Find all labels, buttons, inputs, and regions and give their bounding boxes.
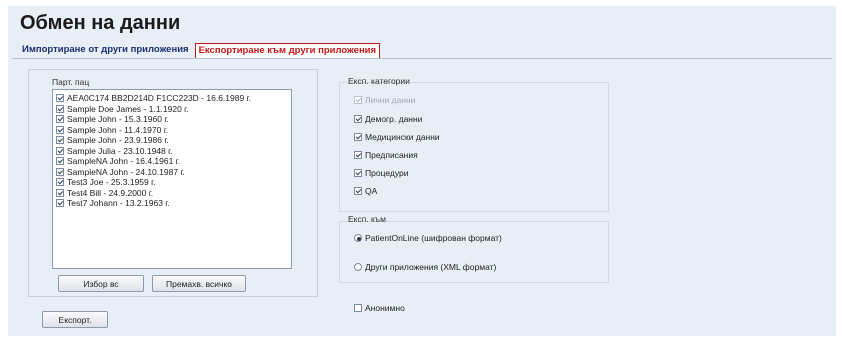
patient-label: Test7 Johann - 13.2.1963 г. xyxy=(67,198,170,209)
radio-button[interactable] xyxy=(354,263,362,271)
export-panel: Парт. пац AEA0C174 BB2D214D F1CC223D - 1… xyxy=(12,58,832,334)
option-label: Други приложения (XML формат) xyxy=(365,262,497,272)
checkbox[interactable] xyxy=(56,125,64,134)
list-item[interactable]: Sample John - 11.4.1970 г. xyxy=(56,125,288,136)
list-item[interactable]: Sample Julia - 23.10.1948 г. xyxy=(56,146,288,157)
checkbox[interactable] xyxy=(354,187,362,195)
list-item[interactable]: Test4 Bill - 24.9.2000 г. xyxy=(56,188,288,199)
category-label: QA xyxy=(365,186,378,196)
category-label: Процедури xyxy=(365,168,409,178)
category-label: Демогр. данни xyxy=(365,114,423,124)
category-label: Медицински данни xyxy=(365,132,440,142)
checkbox[interactable] xyxy=(56,178,64,187)
export-option-patientonline[interactable]: PatientOnLine (шифрован формат) xyxy=(354,233,502,243)
radio-button[interactable] xyxy=(354,234,362,242)
export-button[interactable]: Експорт. xyxy=(42,311,108,328)
category-procedures[interactable]: Процедури xyxy=(354,168,408,178)
checkbox[interactable] xyxy=(56,146,64,155)
export-to-group xyxy=(339,221,609,283)
checkbox[interactable] xyxy=(56,157,64,166)
page-title: Обмен на данни xyxy=(20,12,181,34)
anonymous-checkbox[interactable]: Анонимно xyxy=(354,303,405,313)
category-personal-data: Лични данни xyxy=(354,95,415,105)
checkbox[interactable] xyxy=(354,133,362,141)
patient-label: Test4 Bill - 24.9.2000 г. xyxy=(67,187,154,198)
category-prescriptions[interactable]: Предписания xyxy=(354,150,418,160)
checkbox[interactable] xyxy=(354,169,362,177)
checkbox[interactable] xyxy=(56,136,64,145)
list-item[interactable]: Sample Doe James - 1.1.1920 г. xyxy=(56,104,288,115)
export-option-xml[interactable]: Други приложения (XML формат) xyxy=(354,262,496,272)
list-item[interactable]: SampleNA John - 24.10.1987 г. xyxy=(56,167,288,178)
list-item[interactable]: Sample John - 23.9.1986 г. xyxy=(56,135,288,146)
patient-label: Sample John - 11.4.1970 г. xyxy=(67,124,169,135)
tab-export[interactable]: Експортиране към други приложения xyxy=(194,43,381,58)
anonymous-label: Анонимно xyxy=(365,303,405,313)
checkbox[interactable] xyxy=(354,115,362,123)
checkbox[interactable] xyxy=(56,94,64,103)
checkbox[interactable] xyxy=(56,167,64,176)
checkbox[interactable] xyxy=(56,115,64,124)
patient-label: Sample Doe James - 1.1.1920 г. xyxy=(67,103,189,114)
patients-group-label: Парт. пац xyxy=(52,77,90,87)
checkbox xyxy=(354,96,362,104)
checkbox[interactable] xyxy=(354,151,362,159)
tab-bar: Импортиране от други приложения Експорти… xyxy=(20,43,381,58)
patient-label: Sample John - 23.9.1986 г. xyxy=(67,135,169,146)
deselect-all-button[interactable]: Премахв. всичко xyxy=(152,275,246,292)
patient-list[interactable]: AEA0C174 BB2D214D F1CC223D - 16.6.1989 г… xyxy=(52,89,292,269)
category-label: Лични данни xyxy=(365,95,416,105)
list-item[interactable]: SampleNA John - 16.4.1961 г. xyxy=(56,156,288,167)
category-label: Предписания xyxy=(365,150,418,160)
checkbox[interactable] xyxy=(354,304,362,312)
patient-label: SampleNA John - 24.10.1987 г. xyxy=(67,166,185,177)
list-item[interactable]: Sample John - 15.3.1960 г. xyxy=(56,114,288,125)
checkbox[interactable] xyxy=(56,188,64,197)
category-qa[interactable]: QA xyxy=(354,186,377,196)
patient-label: AEA0C174 BB2D214D F1CC223D - 16.6.1989 г… xyxy=(67,93,251,104)
patient-label: Test3 Joe - 25.3.1959 г. xyxy=(67,177,156,188)
list-item[interactable]: Test7 Johann - 13.2.1963 г. xyxy=(56,198,288,209)
select-all-button[interactable]: Избор вс xyxy=(58,275,144,292)
list-item[interactable]: Test3 Joe - 25.3.1959 г. xyxy=(56,177,288,188)
tab-import[interactable]: Импортиране от други приложения xyxy=(20,43,191,58)
checkbox[interactable] xyxy=(56,199,64,208)
export-to-group-label: Експ. към xyxy=(348,214,386,224)
category-medical-data[interactable]: Медицински данни xyxy=(354,132,440,142)
option-label: PatientOnLine (шифрован формат) xyxy=(365,233,502,243)
list-item[interactable]: AEA0C174 BB2D214D F1CC223D - 16.6.1989 г… xyxy=(56,93,288,104)
patient-label: SampleNA John - 16.4.1961 г. xyxy=(67,156,181,167)
checkbox[interactable] xyxy=(56,104,64,113)
categories-group-label: Експ. категории xyxy=(348,76,410,86)
category-demographic-data[interactable]: Демогр. данни xyxy=(354,114,422,124)
patient-label: Sample Julia - 23.10.1948 г. xyxy=(67,145,173,156)
data-exchange-page: Обмен на данни Импортиране от други прил… xyxy=(8,6,836,336)
patient-label: Sample John - 15.3.1960 г. xyxy=(67,114,169,125)
